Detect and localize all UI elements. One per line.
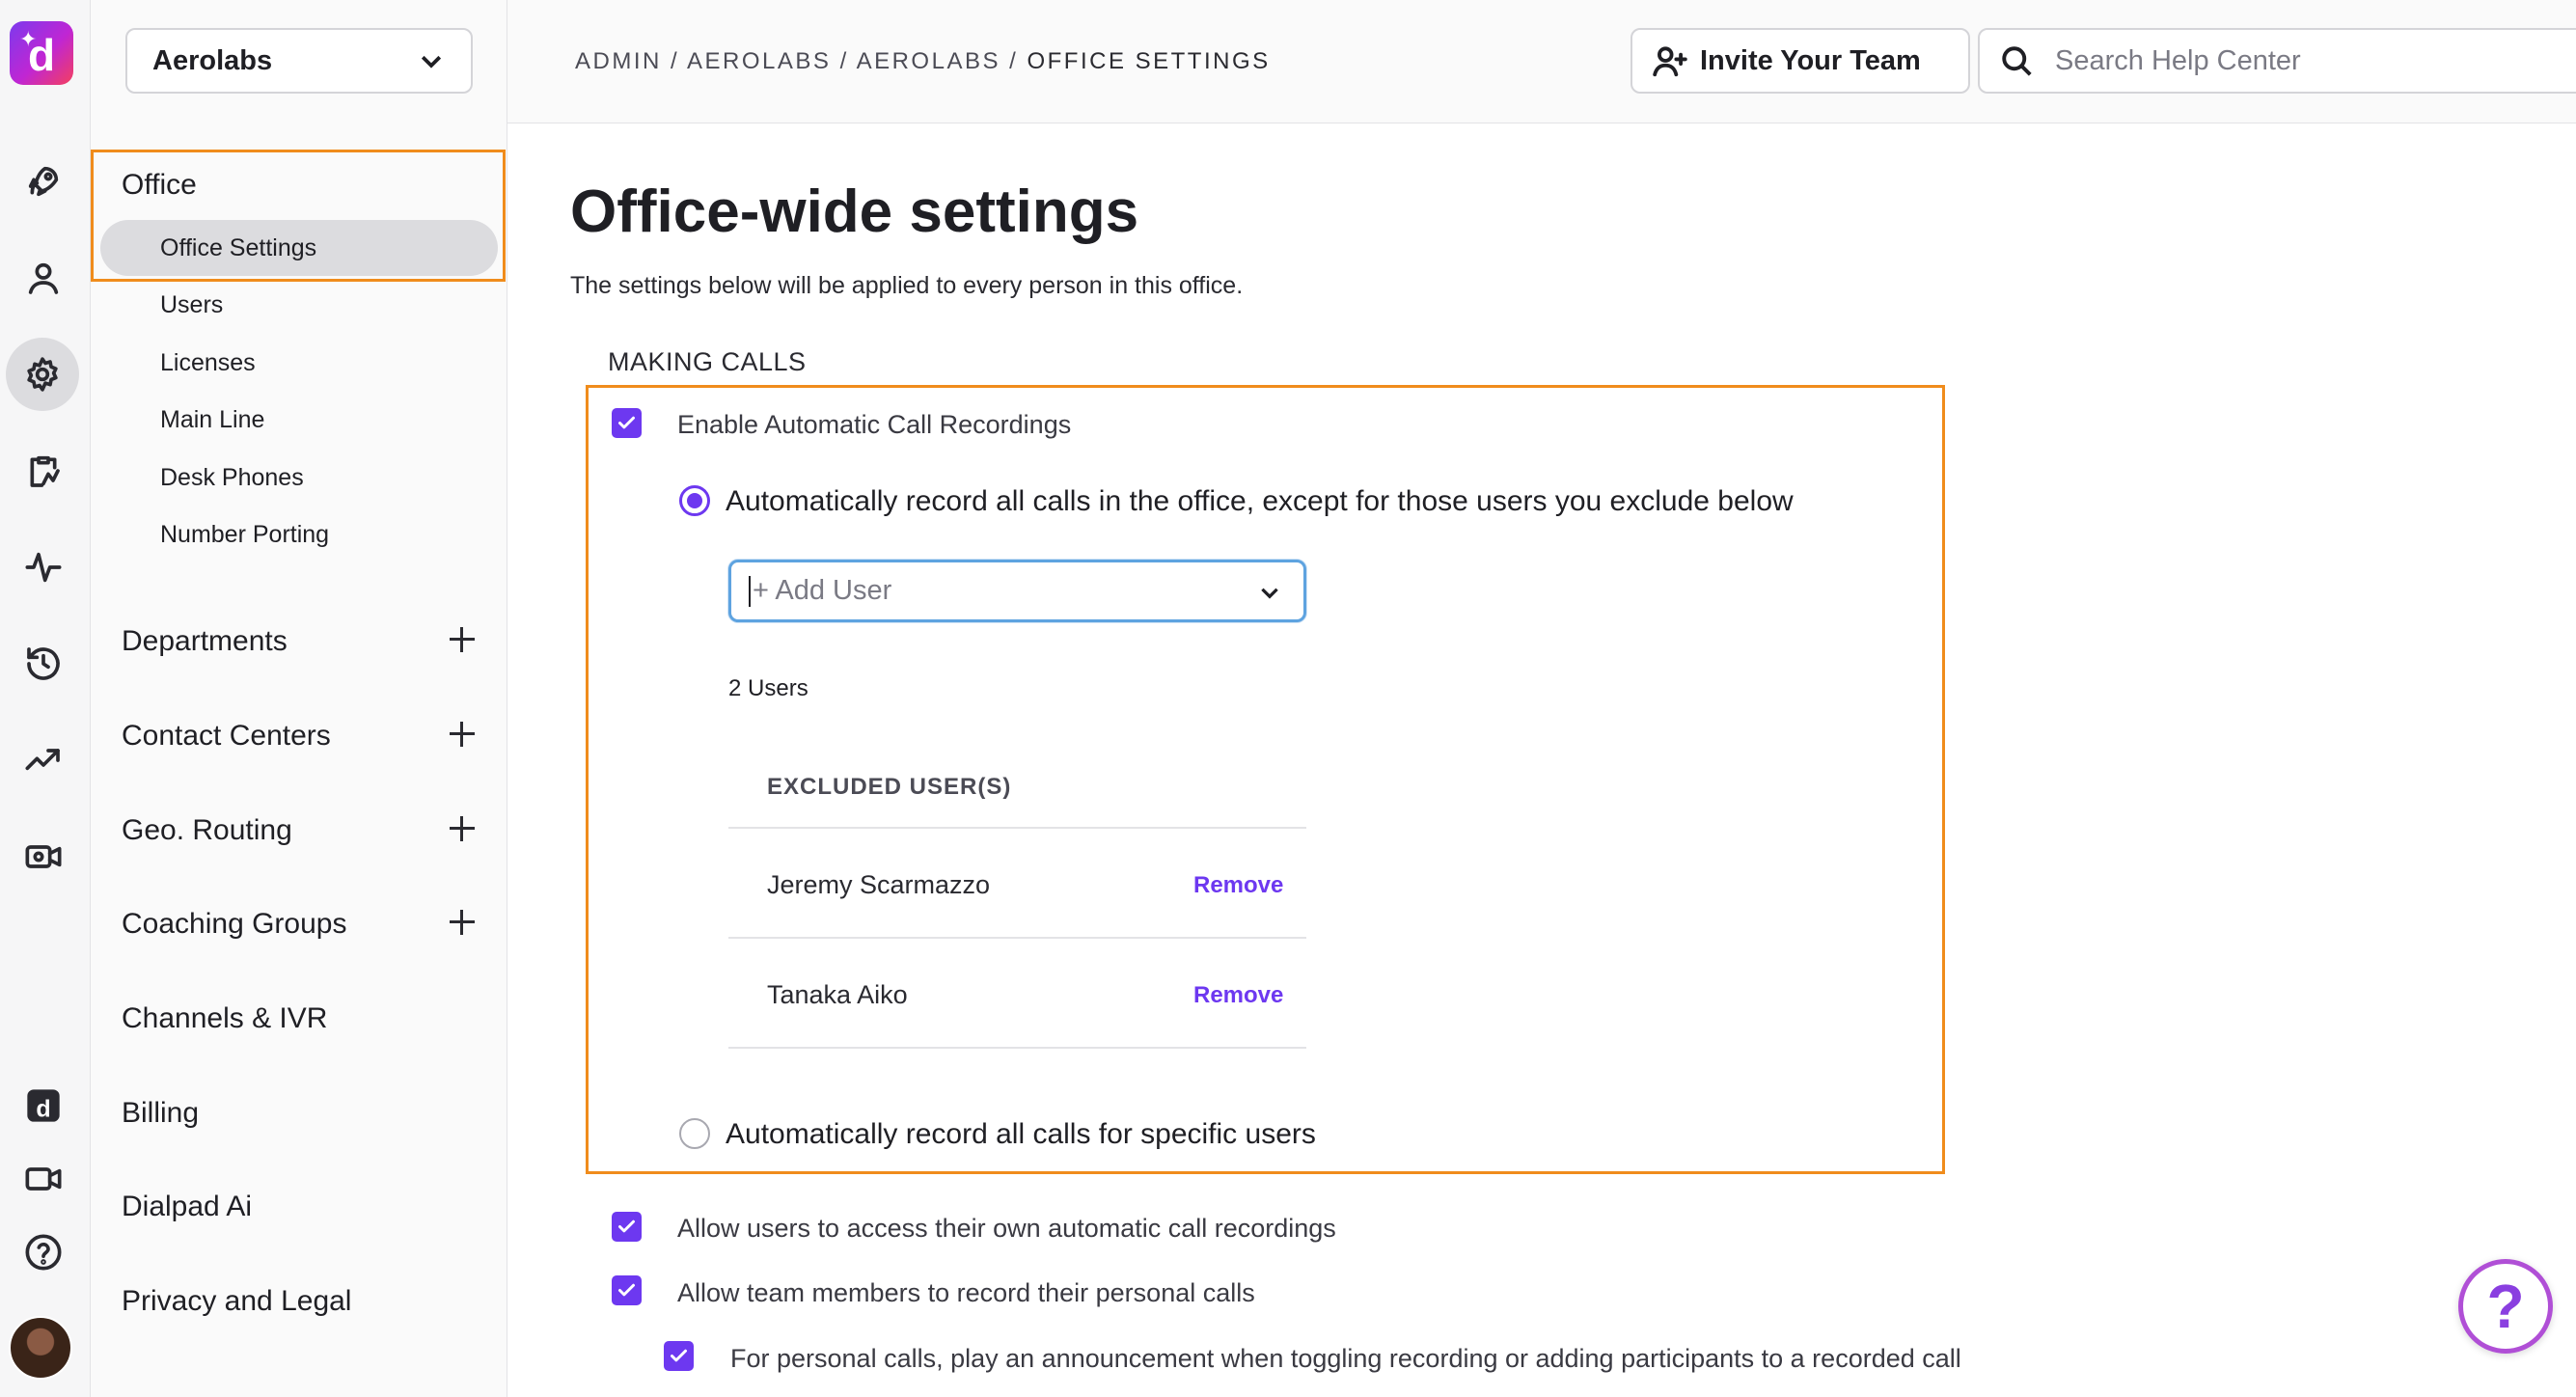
sidebar-group-billing[interactable]: Billing [122, 1097, 199, 1130]
top-header: ADMIN / AEROLABS / AEROLABS / OFFICE SET… [507, 0, 2576, 123]
page-description: The settings below will be applied to ev… [570, 272, 1244, 299]
table-divider [728, 937, 1306, 939]
announcement-checkbox[interactable] [664, 1341, 694, 1371]
table-divider [728, 827, 1306, 829]
question-mark-icon: ? [2486, 1272, 2525, 1341]
dialpad-logo-icon[interactable]: ✦ d [10, 21, 73, 85]
table-row-user-name: Tanaka Aiko [767, 980, 908, 1009]
sidebar-item-main-line[interactable]: Main Line [160, 406, 264, 434]
org-selector[interactable]: Aerolabs [125, 28, 473, 94]
help-circle-icon[interactable] [14, 1223, 72, 1281]
rocket-icon[interactable] [14, 152, 72, 210]
search-icon [2002, 46, 2032, 76]
sidebar-group-channels-ivr[interactable]: Channels & IVR [122, 1002, 327, 1035]
settings-gear-icon[interactable] [6, 338, 79, 411]
add-person-icon [1653, 46, 1687, 77]
sidebar-group-dialpad-ai[interactable]: Dialpad Ai [122, 1191, 252, 1223]
enable-recording-label: Enable Automatic Call Recordings [677, 410, 1072, 439]
add-user-dropdown[interactable]: + Add User [728, 560, 1306, 622]
sidebar-group-privacy-legal[interactable]: Privacy and Legal [122, 1285, 351, 1318]
add-geo-routing-plus-icon[interactable] [448, 814, 477, 843]
check-icon [618, 416, 635, 429]
history-icon[interactable] [14, 635, 72, 693]
person-icon[interactable] [14, 249, 72, 307]
breadcrumb: ADMIN / AEROLABS / AEROLABS / OFFICE SET… [575, 48, 1271, 75]
add-department-plus-icon[interactable] [448, 625, 477, 654]
allow-access-recordings-label: Allow users to access their own automati… [677, 1214, 1336, 1243]
sidebar-group-contact-centers[interactable]: Contact Centers [122, 720, 331, 753]
dialpad-app-icon[interactable]: d [14, 1077, 72, 1135]
sidebar-group-coaching-groups[interactable]: Coaching Groups [122, 908, 346, 941]
sidebar-item-licenses[interactable]: Licenses [160, 349, 256, 377]
sidebar-group-geo-routing[interactable]: Geo. Routing [122, 814, 292, 847]
video-settings-icon[interactable] [14, 828, 72, 886]
sidebar-item-users[interactable]: Users [160, 291, 223, 319]
section-making-calls: MAKING CALLS [608, 347, 807, 376]
sidebar-group-departments[interactable]: Departments [122, 625, 288, 658]
table-divider [728, 1047, 1306, 1049]
remove-user-button[interactable]: Remove [1193, 982, 1283, 1009]
excluded-user-count: 2 Users [728, 675, 808, 701]
check-icon [618, 1219, 635, 1233]
remove-user-button[interactable]: Remove [1193, 872, 1283, 899]
help-search-input[interactable]: Search Help Center [1978, 28, 2576, 94]
enable-recording-checkbox[interactable] [612, 408, 642, 438]
invite-team-label: Invite Your Team [1700, 44, 1921, 76]
allow-personal-recording-checkbox[interactable] [612, 1275, 642, 1305]
help-chat-button[interactable]: ? [2458, 1259, 2553, 1354]
trending-up-icon[interactable] [14, 731, 72, 789]
allow-personal-recording-label: Allow team members to record their perso… [677, 1278, 1255, 1307]
sidebar-section-office[interactable]: Office [122, 169, 197, 202]
video-camera-icon[interactable] [14, 1150, 72, 1208]
sidebar-item-desk-phones[interactable]: Desk Phones [160, 464, 304, 492]
clipboard-chart-icon[interactable] [14, 442, 72, 500]
record-all-except-label: Automatically record all calls in the of… [726, 485, 1794, 517]
org-name: Aerolabs [152, 44, 273, 76]
sidebar-item-office-settings[interactable]: Office Settings [160, 234, 316, 262]
chevron-down-icon [421, 55, 442, 68]
breadcrumb-current: OFFICE SETTINGS [1027, 48, 1271, 74]
activity-pulse-icon[interactable] [14, 538, 72, 596]
add-user-placeholder: + Add User [753, 575, 892, 606]
check-icon [671, 1349, 687, 1362]
breadcrumb-path[interactable]: ADMIN / AEROLABS / AEROLABS / [575, 48, 1027, 74]
allow-access-recordings-checkbox[interactable] [612, 1212, 642, 1242]
announcement-label: For personal calls, play an announcement… [730, 1344, 1961, 1373]
add-coaching-group-plus-icon[interactable] [448, 908, 477, 937]
excluded-users-header: EXCLUDED USER(S) [767, 774, 1012, 800]
table-row-user-name: Jeremy Scarmazzo [767, 870, 991, 899]
text-cursor [749, 575, 751, 607]
record-all-except-radio[interactable] [679, 485, 710, 516]
record-specific-users-label: Automatically record all calls for speci… [726, 1118, 1316, 1150]
page-title: Office-wide settings [570, 178, 1139, 245]
check-icon [618, 1283, 635, 1297]
sidebar-item-number-porting[interactable]: Number Porting [160, 521, 329, 549]
svg-text:d: d [36, 1096, 50, 1123]
add-contact-center-plus-icon[interactable] [448, 720, 477, 749]
invite-team-button[interactable]: Invite Your Team [1631, 28, 1970, 94]
settings-sidebar: Aerolabs Office Office Settings Users Li… [91, 0, 507, 1397]
icon-rail: ✦ d d [0, 0, 91, 1397]
record-specific-users-radio[interactable] [679, 1118, 710, 1149]
search-placeholder: Search Help Center [2055, 44, 2301, 76]
chevron-down-icon [1261, 588, 1278, 599]
user-avatar[interactable] [9, 1316, 72, 1380]
